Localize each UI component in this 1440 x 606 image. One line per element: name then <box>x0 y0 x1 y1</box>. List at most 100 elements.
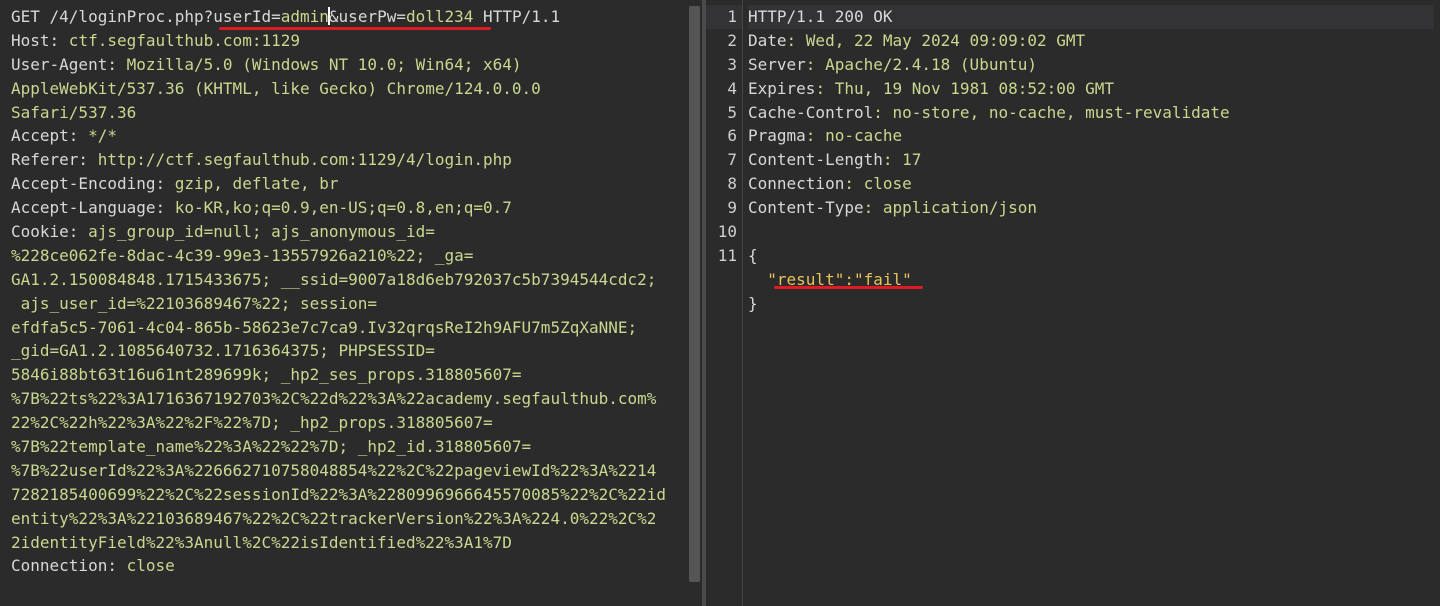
request-scrollbar[interactable] <box>689 6 700 582</box>
request-cookie-text: 7282185400699%22%2C%22sessionId%22%3A%22… <box>11 484 667 504</box>
response-header-name: Expires <box>748 78 816 98</box>
request-cookie-text: entity%22%3A%22103689467%22%2C%22tracker… <box>11 508 657 528</box>
line-number: 1 <box>706 5 742 29</box>
request-cookie-text: AppleWebKit/537.36 (KHTML, like Gecko) C… <box>11 78 541 98</box>
request-header-name: Referer: <box>11 150 89 170</box>
line-number: 9 <box>727 198 737 218</box>
response-line: Expires: Thu, 19 Nov 1981 08:52:00 GMT <box>748 77 1434 101</box>
response-header-value: : Apache/2.4.18 (Ubuntu) <box>805 54 1037 74</box>
line-number: 2 <box>727 30 737 50</box>
request-header-value: ajs_group_id=null; ajs_anonymous_id= <box>78 222 435 242</box>
request-cookie-text: 5846i88bt63t16u61nt289699k; _hp2_ses_pro… <box>11 365 522 385</box>
request-line: %7B%22ts%22%3A1716367192703%2C%22d%22%3A… <box>11 387 688 411</box>
response-header-name: Connection <box>748 174 845 194</box>
response-header-name: Content-Length <box>748 150 883 170</box>
response-line: } <box>748 292 1434 316</box>
request-line: efdfa5c5-7061-4c04-865b-58623e7c7ca9.Iv3… <box>11 316 688 340</box>
request-cookie-text: ajs_user_id=%22103689467%22; session= <box>11 293 378 313</box>
request-line: 2identityField%22%3Anull%2C%22isIdentifi… <box>11 531 688 555</box>
request-header-name: Accept: <box>11 126 79 146</box>
request-token: doll234 <box>405 7 474 26</box>
request-line: entity%22%3A%22103689467%22%2C%22tracker… <box>11 507 688 531</box>
request-cookie-text: %7B%22userId%22%3A%226662710758048854%22… <box>11 460 657 480</box>
response-header-value: : Wed, 22 May 2024 09:09:02 GMT <box>786 30 1086 50</box>
line-number: 6 <box>727 126 737 146</box>
request-header-value: ko-KR,ko;q=0.9,en-US;q=0.8,en;q=0.7 <box>165 198 512 218</box>
response-header-value: : no-store, no-cache, must-revalidate <box>873 102 1230 122</box>
line-number: 5 <box>727 102 737 122</box>
request-token: & <box>328 7 339 26</box>
response-header-value: : close <box>844 174 912 194</box>
request-token: userId <box>213 7 272 26</box>
request-line: Cookie: ajs_group_id=null; ajs_anonymous… <box>11 220 688 244</box>
response-editor[interactable]: HTTP/1.1 200 OK Date: Wed, 22 May 2024 09… <box>748 5 1434 316</box>
line-number: 4 <box>727 78 737 98</box>
line-number: 10 <box>717 222 737 242</box>
request-line: GA1.2.150084848.1715433675; __ssid=9007a… <box>11 268 688 292</box>
request-line: Accept-Language: ko-KR,ko;q=0.9,en-US;q=… <box>11 196 688 220</box>
request-cookie-text: GA1.2.150084848.1715433675; __ssid=9007a… <box>11 269 657 289</box>
request-token: = <box>271 7 281 26</box>
request-header-name: Accept-Encoding: <box>11 174 166 194</box>
request-cookie-text: 2identityField%22%3Anull%2C%22isIdentifi… <box>11 532 512 552</box>
line-number: 11 <box>717 245 737 265</box>
response-line: Content-Length: 17 <box>748 148 1434 172</box>
request-token: userPw <box>338 7 397 26</box>
request-cookie-text: _gid=GA1.2.1085640732.1716364375; PHPSES… <box>11 341 435 361</box>
request-cookie-text: Safari/537.36 <box>11 102 137 122</box>
request-header-value: gzip, deflate, br <box>165 174 339 194</box>
request-line: 5846i88bt63t16u61nt289699k; _hp2_ses_pro… <box>11 363 688 387</box>
request-cookie-text: %228ce062fe-8dac-4c39-99e3-13557926a210%… <box>11 245 474 265</box>
request-header-value: */* <box>78 126 117 146</box>
response-header-value: : no-cache <box>805 126 903 146</box>
response-line: Cache-Control: no-store, no-cache, must-… <box>748 101 1434 125</box>
request-token: HTTP/1.1 <box>473 7 561 26</box>
request-header-name: User-Agent: <box>11 54 117 74</box>
request-line: _gid=GA1.2.1085640732.1716364375; PHPSES… <box>11 339 688 363</box>
response-header-value: : 17 <box>882 150 922 170</box>
request-line: AppleWebKit/537.36 (KHTML, like Gecko) C… <box>11 77 688 101</box>
request-line: %228ce062fe-8dac-4c39-99e3-13557926a210%… <box>11 244 688 268</box>
request-pane[interactable]: GET /4/loginProc.php?userId=admin&userPw… <box>0 0 702 606</box>
request-line: User-Agent: Mozilla/5.0 (Windows NT 10.0… <box>11 53 688 77</box>
request-header-value: close <box>116 556 175 576</box>
response-header-value: : application/json <box>863 198 1037 218</box>
response-header-name: Cache-Control <box>748 102 874 122</box>
request-line: 22%2C%22h%22%3A%22%2F%22%7D; _hp2_props.… <box>11 411 688 435</box>
response-line <box>748 220 1434 244</box>
request-line: 7282185400699%22%2C%22sessionId%22%3A%22… <box>11 483 688 507</box>
request-cookie-text: %7B%22ts%22%3A1716367192703%2C%22d%22%3A… <box>11 389 657 409</box>
request-header-name: Connection: <box>11 556 117 576</box>
request-cookie-text: %7B%22template_name%22%3A%22%22%7D; _hp2… <box>11 437 532 457</box>
response-text: HTTP/1.1 200 OK <box>748 7 893 26</box>
response-text: } <box>748 293 758 313</box>
request-header-value: http://ctf.segfaulthub.com:1129/4/login.… <box>88 150 512 170</box>
response-line: Connection: close <box>748 172 1434 196</box>
request-cookie-text: efdfa5c5-7061-4c04-865b-58623e7c7ca9.Iv3… <box>11 317 638 337</box>
request-header-value: Mozilla/5.0 (Windows NT 10.0; Win64; x64… <box>116 54 522 74</box>
response-header-name: Content-Type <box>748 198 864 218</box>
request-line: Connection: close <box>11 554 688 578</box>
response-line: { <box>748 244 1434 268</box>
response-line: Server: Apache/2.4.18 (Ubuntu) <box>748 53 1434 77</box>
response-header-value: : Thu, 19 Nov 1981 08:52:00 GMT <box>815 78 1115 98</box>
response-header-name: Date <box>748 30 787 50</box>
response-pane[interactable]: 1 2 3 4 5 6 7 8 9 10 11 HTTP/1.1 200 OK Date: Wed, … <box>706 0 1440 606</box>
response-line: Pragma: no-cache <box>748 124 1434 148</box>
request-line: Referer: http://ctf.segfaulthub.com:1129… <box>11 148 688 172</box>
line-number: 8 <box>727 174 737 194</box>
response-text: { <box>748 245 758 265</box>
request-line: GET /4/loginProc.php?userId=admin&userPw… <box>11 5 688 29</box>
request-cookie-text: 22%2C%22h%22%3A%22%2F%22%7D; _hp2_props.… <box>11 413 493 433</box>
response-line: Date: Wed, 22 May 2024 09:09:02 GMT <box>748 29 1434 53</box>
request-line: Host: ctf.segfaulthub.com:1129 <box>11 29 688 53</box>
line-number-gutter: 1 2 3 4 5 6 7 8 9 10 11 <box>706 0 743 606</box>
request-params-underline <box>219 27 491 30</box>
request-token: admin <box>280 7 329 26</box>
response-line: Content-Type: application/json <box>748 196 1434 220</box>
line-number: 7 <box>727 150 737 170</box>
request-editor[interactable]: GET /4/loginProc.php?userId=admin&userPw… <box>11 5 688 578</box>
request-header-name: Accept-Language: <box>11 198 166 218</box>
request-line: %7B%22template_name%22%3A%22%22%7D; _hp2… <box>11 435 688 459</box>
response-result-underline <box>774 286 923 289</box>
